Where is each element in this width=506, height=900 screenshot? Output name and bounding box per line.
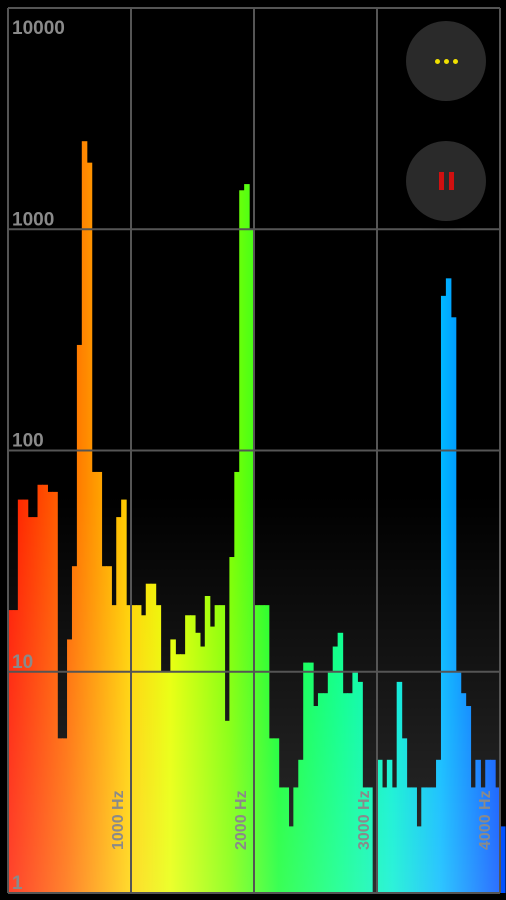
pause-icon — [438, 172, 454, 190]
y-tick-label: 1000 — [12, 209, 54, 230]
spectrum-plot: 10000 1000 100 10 1 1000 Hz 2000 Hz 3000 Hz 4000… — [7, 7, 506, 894]
x-tick-label: 4000 Hz — [477, 790, 494, 850]
more-icon — [434, 58, 458, 64]
x-tick-label: 2000 Hz — [233, 790, 250, 850]
x-tick-label: 3000 Hz — [356, 790, 373, 850]
y-tick-label: 100 — [12, 431, 44, 452]
y-tick-label: 10 — [12, 652, 33, 673]
y-tick-label: 10000 — [12, 18, 65, 39]
x-tick-label: 1000 Hz — [110, 790, 127, 850]
y-tick-label: 1 — [12, 873, 23, 894]
more-button[interactable] — [406, 21, 486, 101]
pause-button[interactable] — [406, 141, 486, 221]
